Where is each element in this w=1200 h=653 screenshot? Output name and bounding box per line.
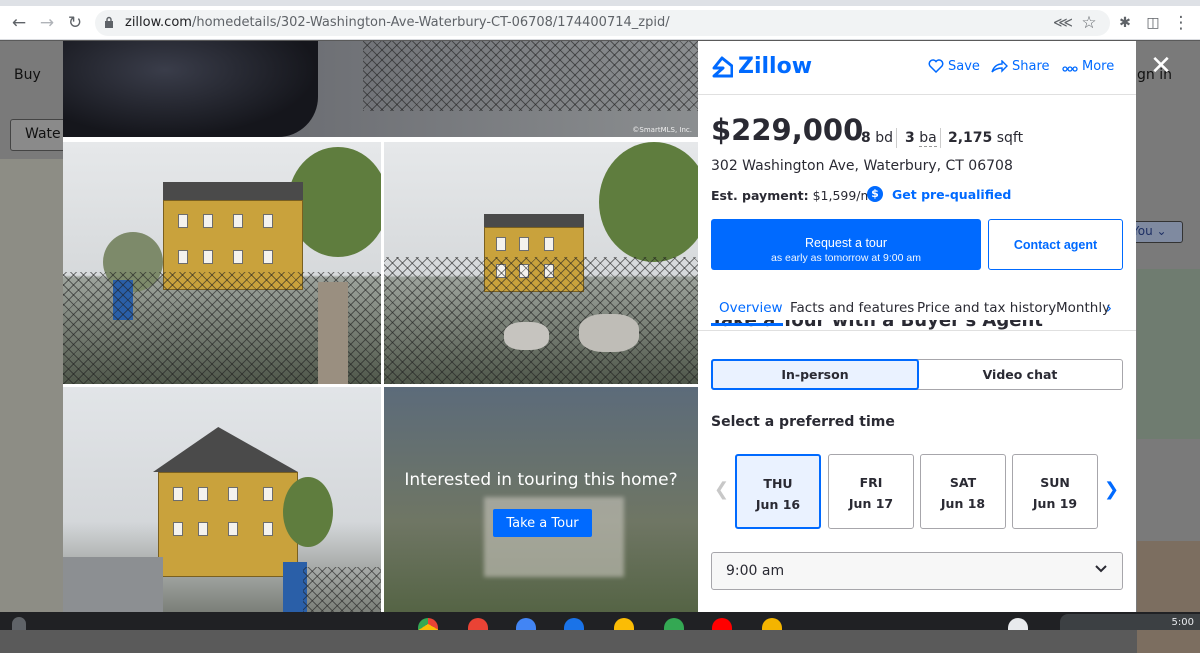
share-page-icon[interactable]: ⋘ (1052, 12, 1074, 34)
chevron-down-icon (1095, 565, 1107, 573)
listing-photo[interactable]: ©SmartMLS, Inc. (63, 41, 698, 137)
est-payment: Est. payment: $1,599/mo (711, 188, 881, 203)
ellipsis-icon (1062, 66, 1078, 72)
listing-photo[interactable] (384, 142, 698, 384)
photos-app-icon[interactable] (762, 618, 782, 630)
chrome-app-icon[interactable] (418, 618, 438, 630)
play-store-app-icon[interactable] (664, 618, 684, 630)
tour-prompt-text: Interested in touring this home? (404, 470, 678, 490)
more-button[interactable]: More (1062, 59, 1114, 74)
clock: 5:00 (1171, 617, 1194, 628)
url-text: zillow.com/homedetails/302-Washington-Av… (125, 15, 670, 30)
listing-price: $229,000 (711, 113, 864, 147)
os-shelf: 5:00 (0, 612, 1200, 630)
extensions-icon[interactable]: ✱ (1114, 12, 1136, 34)
bg-listing-card (1137, 541, 1200, 653)
day-option[interactable]: SUN Jun 19 (1012, 454, 1098, 529)
sqft-fact: 2,175 sqft (948, 130, 1024, 146)
files-app-icon[interactable] (564, 618, 584, 630)
calendar-app-icon[interactable] (516, 618, 536, 630)
zillow-logo[interactable]: Zillow (738, 54, 812, 79)
close-icon[interactable]: ✕ (1149, 53, 1173, 79)
time-select-value: 9:00 am (726, 563, 785, 579)
listing-detail-panel: Zillow Save Share More $229,000 8 bd 3 b… (698, 41, 1136, 612)
divider (698, 94, 1136, 95)
day-option[interactable]: FRI Jun 17 (828, 454, 914, 529)
tour-mode-toggle: In-person Video chat (711, 359, 1123, 390)
back-arrow-icon[interactable]: ← (8, 12, 30, 34)
photo-credit: ©SmartMLS, Inc. (632, 126, 692, 134)
divider (698, 330, 1136, 331)
youtube-app-icon[interactable] (712, 618, 732, 630)
bg-search-input: Wate (10, 119, 70, 151)
contact-agent-button[interactable]: Contact agent (988, 219, 1123, 270)
launcher-icon[interactable] (12, 617, 26, 630)
beds-fact: 8 bd (861, 130, 893, 146)
select-time-label: Select a preferred time (711, 414, 895, 430)
request-tour-button[interactable]: Request a tour as early as tomorrow at 9… (711, 219, 981, 270)
baths-fact[interactable]: 3 ba (905, 130, 937, 147)
chevron-right-icon[interactable]: ❯ (1104, 479, 1119, 500)
zillow-logo-icon (712, 56, 733, 78)
bg-nav-buy: Buy (14, 67, 41, 83)
active-tab-indicator (711, 323, 783, 326)
gmail-app-icon[interactable] (468, 618, 488, 630)
listing-photo[interactable] (63, 387, 381, 612)
day-option[interactable]: THU Jun 16 (735, 454, 821, 529)
lock-icon (105, 16, 113, 28)
heart-icon (928, 59, 944, 74)
status-tray[interactable]: 5:00 (1060, 614, 1200, 630)
share-icon (991, 59, 1008, 73)
bg-listing-card (1137, 269, 1200, 439)
browser-menu-icon[interactable]: ⋮ (1170, 12, 1192, 34)
in-person-option[interactable]: In-person (711, 359, 919, 390)
listing-photo[interactable] (63, 142, 381, 384)
side-panel-icon[interactable]: ◫ (1142, 12, 1164, 34)
tab-price-tax-history[interactable]: Price and tax history (917, 300, 1056, 316)
photo-gallery: ©SmartMLS, Inc. Interested in touring th… (63, 41, 698, 612)
divider (940, 128, 941, 148)
chevron-right-icon[interactable]: › (1106, 299, 1112, 317)
address-bar[interactable]: zillow.com/homedetails/302-Washington-Av… (95, 10, 1110, 36)
take-a-tour-button[interactable]: Take a Tour (493, 509, 592, 537)
listing-address: 302 Washington Ave, Waterbury, CT 06708 (711, 158, 1013, 174)
time-select[interactable]: 9:00 am (711, 552, 1123, 590)
tab-overview[interactable]: Overview (719, 300, 783, 316)
reload-icon[interactable]: ↻ (64, 12, 86, 34)
divider (896, 128, 897, 148)
drive-app-icon[interactable] (614, 618, 634, 630)
chevron-left-icon[interactable]: ❮ (714, 479, 729, 500)
save-button[interactable]: Save (928, 59, 980, 74)
tour-promo-tile: Interested in touring this home? Take a … (384, 387, 698, 612)
browser-toolbar: ← → ↻ zillow.com/homedetails/302-Washing… (0, 6, 1200, 40)
tab-facts-features[interactable]: Facts and features (790, 300, 914, 316)
dollar-icon: $ (867, 186, 883, 202)
tab-monthly[interactable]: Monthly (1056, 300, 1110, 316)
bg-map (0, 159, 63, 612)
get-prequalified-link[interactable]: Get pre-qualified (892, 187, 1011, 202)
video-chat-option[interactable]: Video chat (918, 360, 1122, 389)
share-button[interactable]: Share (991, 59, 1050, 74)
avatar[interactable] (1008, 618, 1028, 630)
day-option[interactable]: SAT Jun 18 (920, 454, 1006, 529)
forward-arrow-icon[interactable]: → (36, 12, 58, 34)
bookmark-star-icon[interactable]: ☆ (1078, 12, 1100, 34)
